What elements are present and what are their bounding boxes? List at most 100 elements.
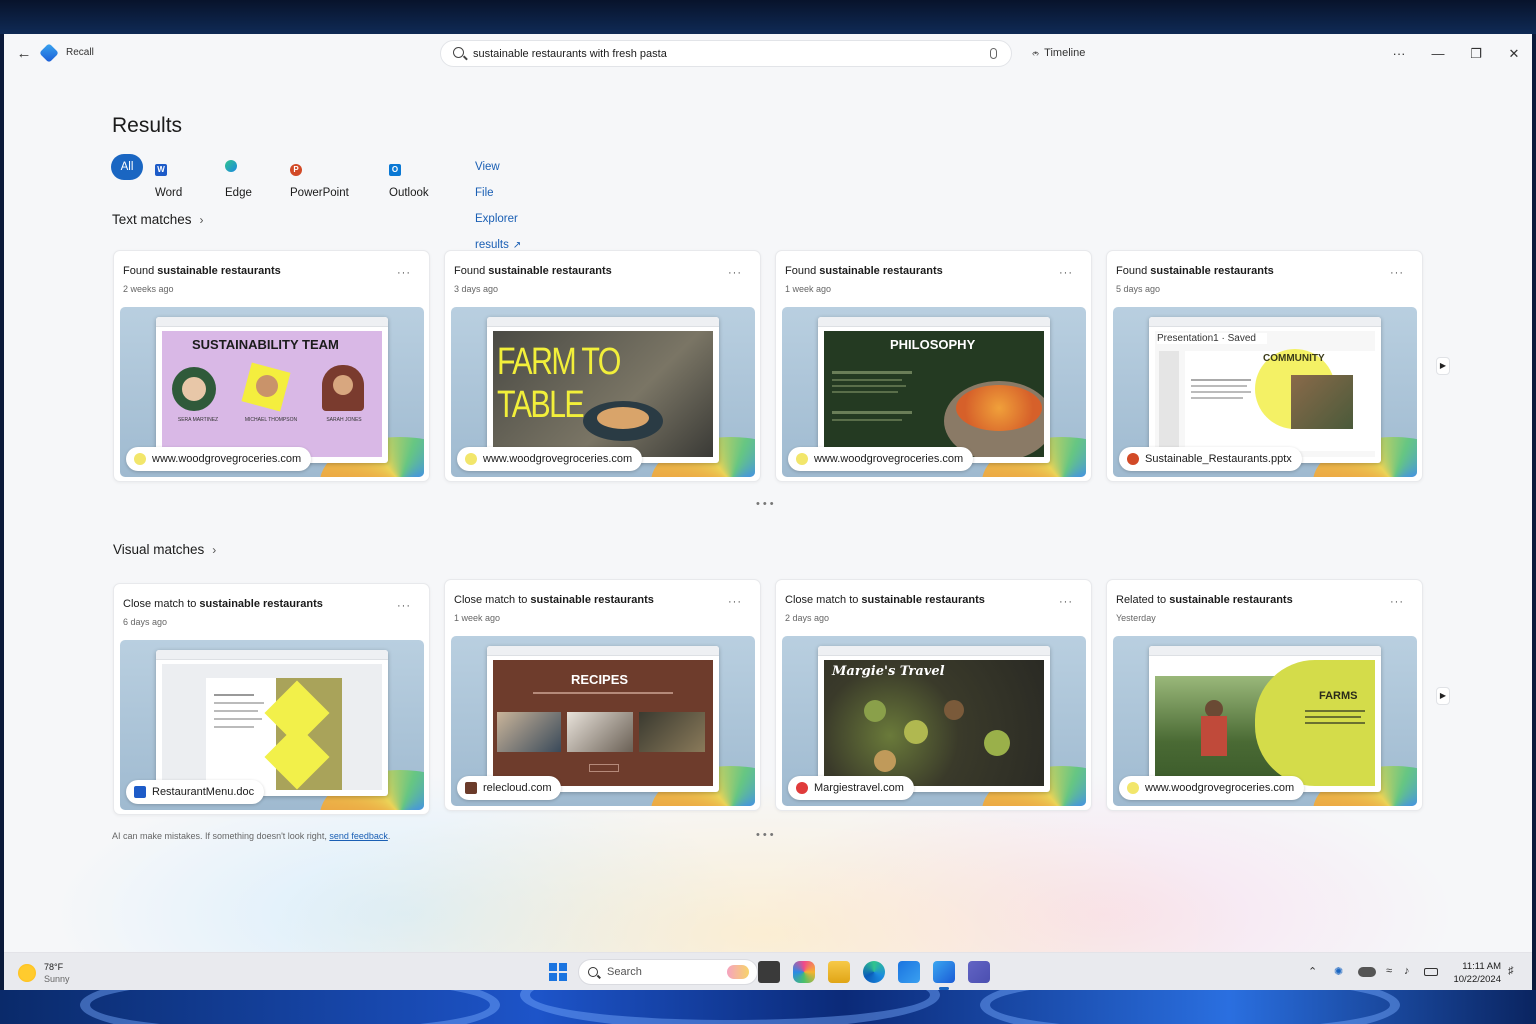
visual-match-card[interactable]: Close match to sustainable restaurants 2… — [775, 579, 1092, 811]
teams-icon[interactable] — [968, 961, 990, 983]
slide-preview: RECIPES — [493, 660, 713, 786]
volume-icon[interactable]: ♪ — [1404, 965, 1410, 977]
timeline-label: Timeline — [1044, 47, 1086, 59]
text-match-card[interactable]: Found sustainable restaurants 1 week ago… — [775, 250, 1092, 482]
wifi-icon[interactable]: ≈ — [1386, 965, 1392, 977]
card-more-icon[interactable]: ··· — [728, 596, 742, 608]
battery-icon[interactable] — [1424, 968, 1438, 976]
source-link[interactable]: Sustainable_Restaurants.pptx — [1119, 447, 1302, 471]
card-time: 1 week ago — [454, 613, 501, 623]
screenshot-window: PHILOSOPHY — [818, 317, 1050, 463]
slide-title: Margie's Travel — [832, 664, 945, 679]
visual-matches-heading[interactable]: Visual matches › — [113, 542, 216, 557]
card-thumbnail[interactable]: RestaurantMenu.doc — [120, 640, 424, 810]
windows-start-icon[interactable] — [549, 963, 567, 981]
card-more-icon[interactable]: ··· — [397, 267, 411, 279]
card-thumbnail[interactable]: RECIPES relecloud.com — [451, 636, 755, 806]
file-explorer-link[interactable]: View File Explorer results ↗ — [475, 154, 521, 251]
card-title: Close match to sustainable restaurants — [785, 594, 985, 606]
search-box[interactable] — [440, 40, 1012, 67]
card-title: Found sustainable restaurants — [454, 265, 612, 277]
chevron-right-icon: › — [212, 543, 217, 557]
card-title: Close match to sustainable restaurants — [123, 598, 323, 610]
search-icon — [453, 47, 464, 58]
pager-dots[interactable]: ••• — [756, 498, 777, 510]
card-more-icon[interactable]: ··· — [1059, 596, 1073, 608]
copilot-icon[interactable] — [793, 961, 815, 983]
next-arrow-icon[interactable]: ▶ — [1436, 357, 1450, 375]
card-title: Found sustainable restaurants — [123, 265, 281, 277]
text-matches-heading[interactable]: Text matches › — [112, 212, 204, 227]
weather-temperature[interactable]: 78°F — [44, 962, 63, 972]
notification-bell-icon[interactable]: ♯ — [1508, 965, 1514, 977]
next-arrow-icon[interactable]: ▶ — [1436, 687, 1450, 705]
visual-match-card[interactable]: Close match to sustainable restaurants 1… — [444, 579, 761, 811]
card-thumbnail[interactable]: Margie's Travel Margiestravel.com — [782, 636, 1086, 806]
close-button[interactable]: ✕ — [1504, 44, 1524, 64]
source-link[interactable]: www.woodgrovegroceries.com — [1119, 776, 1305, 800]
filter-all[interactable]: All — [111, 154, 143, 180]
card-thumbnail[interactable]: PHILOSOPHY www.woodgrovegroceries.com — [782, 307, 1086, 477]
visual-match-card[interactable]: Close match to sustainable restaurants 6… — [113, 583, 430, 815]
network-hub-icon[interactable]: ✺ — [1334, 965, 1343, 978]
source-link[interactable]: Margiestravel.com — [788, 776, 914, 800]
filter-word[interactable]: WWord — [155, 154, 182, 199]
taskbar-search[interactable]: Search — [578, 959, 758, 985]
weather-condition[interactable]: Sunny — [44, 974, 70, 984]
send-feedback-link[interactable]: send feedback — [329, 831, 388, 841]
more-options-icon[interactable]: ··· — [1389, 44, 1409, 64]
card-more-icon[interactable]: ··· — [1059, 267, 1073, 279]
site-icon — [1127, 782, 1139, 794]
minimize-button[interactable]: — — [1428, 44, 1448, 64]
pager-dots[interactable]: ••• — [756, 829, 777, 841]
source-link[interactable]: www.woodgrovegroceries.com — [126, 447, 312, 471]
screenshot-window: FARM TO TABLE — [487, 317, 719, 463]
card-time: 1 week ago — [785, 284, 832, 294]
text-match-card[interactable]: Found sustainable restaurants 5 days ago… — [1106, 250, 1423, 482]
site-icon — [134, 453, 146, 465]
filter-powerpoint[interactable]: PPowerPoint — [290, 154, 349, 199]
task-view-icon[interactable] — [758, 961, 780, 983]
clock-date[interactable]: 10/22/2024 — [1449, 974, 1501, 985]
source-link[interactable]: www.woodgrovegroceries.com — [788, 447, 974, 471]
slide-title: FARM TO TABLE — [497, 341, 621, 426]
microphone-icon[interactable] — [990, 48, 997, 59]
onedrive-icon[interactable] — [1358, 967, 1376, 977]
card-more-icon[interactable]: ··· — [397, 600, 411, 612]
card-more-icon[interactable]: ··· — [1390, 596, 1404, 608]
card-more-icon[interactable]: ··· — [728, 267, 742, 279]
sun-icon[interactable] — [18, 964, 36, 982]
back-button[interactable]: ← — [14, 44, 34, 64]
recall-taskbar-icon[interactable] — [933, 961, 955, 990]
store-icon[interactable] — [898, 961, 920, 983]
text-match-card[interactable]: Found sustainable restaurants 3 days ago… — [444, 250, 761, 482]
powerpoint-icon — [1127, 453, 1139, 465]
card-more-icon[interactable]: ··· — [1390, 267, 1404, 279]
source-link[interactable]: RestaurantMenu.doc — [126, 780, 265, 804]
clock-time[interactable]: 11:11 AM — [1459, 961, 1501, 972]
timeline-button[interactable]: ‹•› Timeline — [1024, 42, 1093, 64]
visual-match-card[interactable]: Related to sustainable restaurants Yeste… — [1106, 579, 1423, 811]
recall-window: ← Recall ‹•› Timeline ··· — ❐ ✕ Results A… — [4, 34, 1532, 952]
file-explorer-icon[interactable] — [828, 961, 850, 983]
filter-edge[interactable]: Edge — [225, 154, 252, 199]
restore-button[interactable]: ❐ — [1466, 44, 1486, 64]
taskbar-search-label: Search — [607, 966, 642, 978]
source-link[interactable]: www.woodgrovegroceries.com — [457, 447, 643, 471]
search-input[interactable] — [473, 45, 973, 63]
results-title: Results — [112, 114, 183, 137]
slide-title: FARMS — [1319, 690, 1358, 702]
card-thumbnail[interactable]: SUSTAINABILITY TEAM SERA MARTINEZ MICHAE… — [120, 307, 424, 477]
card-time: 2 days ago — [785, 613, 830, 623]
card-thumbnail[interactable]: FARMS www.woodgrovegroceries.com — [1113, 636, 1417, 806]
text-match-card[interactable]: Found sustainable restaurants 2 weeks ag… — [113, 250, 430, 482]
chevron-up-icon[interactable]: ⌃ — [1308, 965, 1317, 978]
card-thumbnail[interactable]: FARM TO TABLE www.woodgrovegroceries.com — [451, 307, 755, 477]
screenshot-window: FARMS — [1149, 646, 1381, 792]
filter-outlook[interactable]: OOutlook — [389, 154, 429, 199]
edge-icon — [225, 160, 237, 172]
source-link[interactable]: relecloud.com — [457, 776, 562, 800]
edge-icon[interactable] — [863, 961, 885, 983]
relecloud-icon — [465, 782, 477, 794]
card-thumbnail[interactable]: Presentation1 · Saved COMMUNITY Sustaina… — [1113, 307, 1417, 477]
